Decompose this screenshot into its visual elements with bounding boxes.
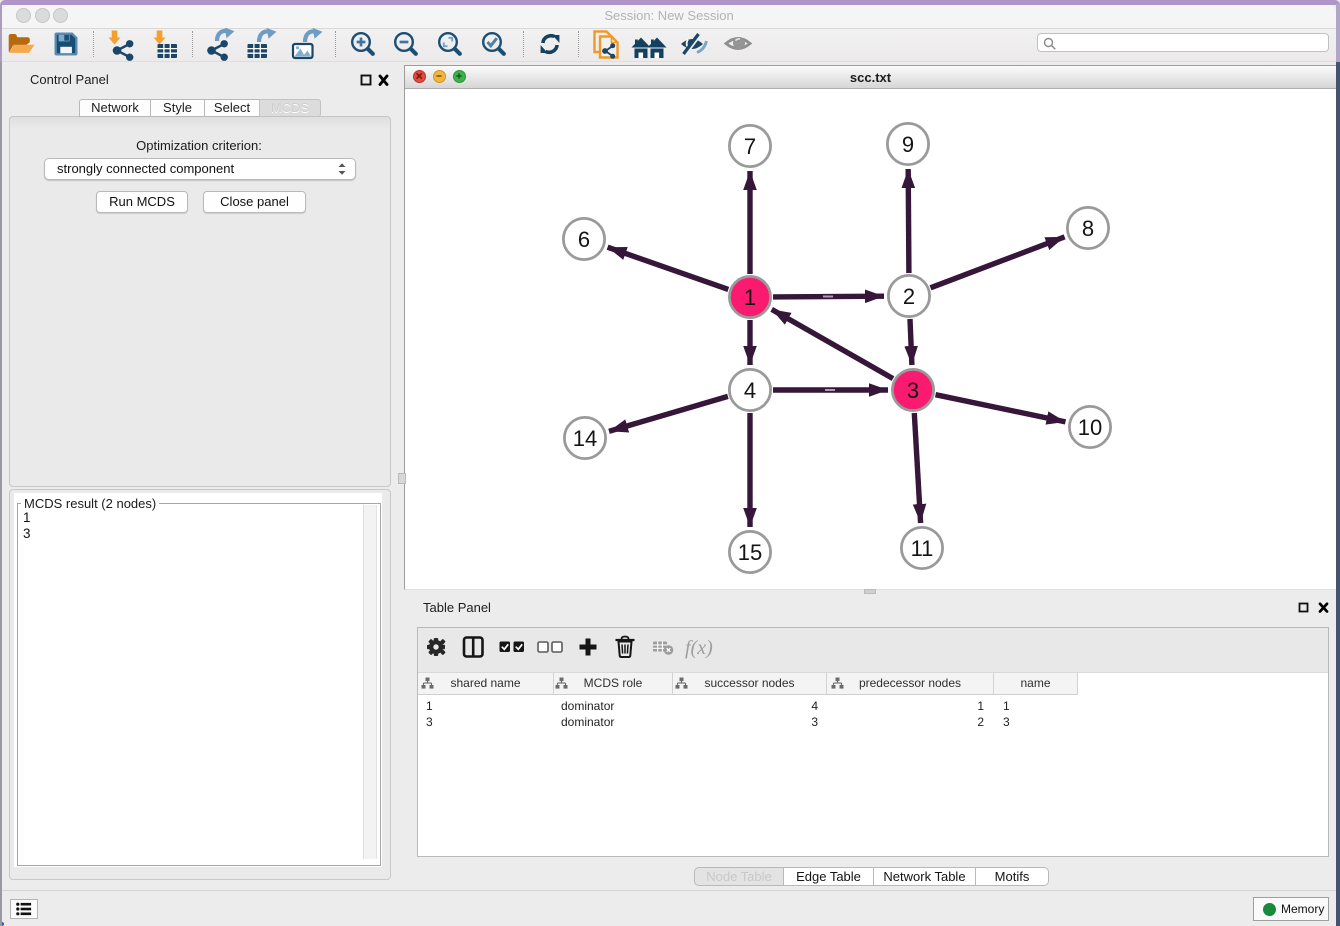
svg-text:9: 9 <box>902 132 914 157</box>
svg-text:6: 6 <box>578 227 590 252</box>
svg-text:7: 7 <box>744 134 756 159</box>
svg-text:10: 10 <box>1078 415 1102 440</box>
svg-text:f(x): f(x) <box>685 637 713 659</box>
svg-text:2: 2 <box>903 284 915 309</box>
svg-text:15: 15 <box>738 540 762 565</box>
svg-text:11: 11 <box>911 536 934 561</box>
svg-text:4: 4 <box>744 378 756 403</box>
svg-text:3: 3 <box>907 378 919 403</box>
svg-text:14: 14 <box>573 426 597 451</box>
svg-text:1: 1 <box>744 285 756 310</box>
svg-text:8: 8 <box>1082 216 1094 241</box>
